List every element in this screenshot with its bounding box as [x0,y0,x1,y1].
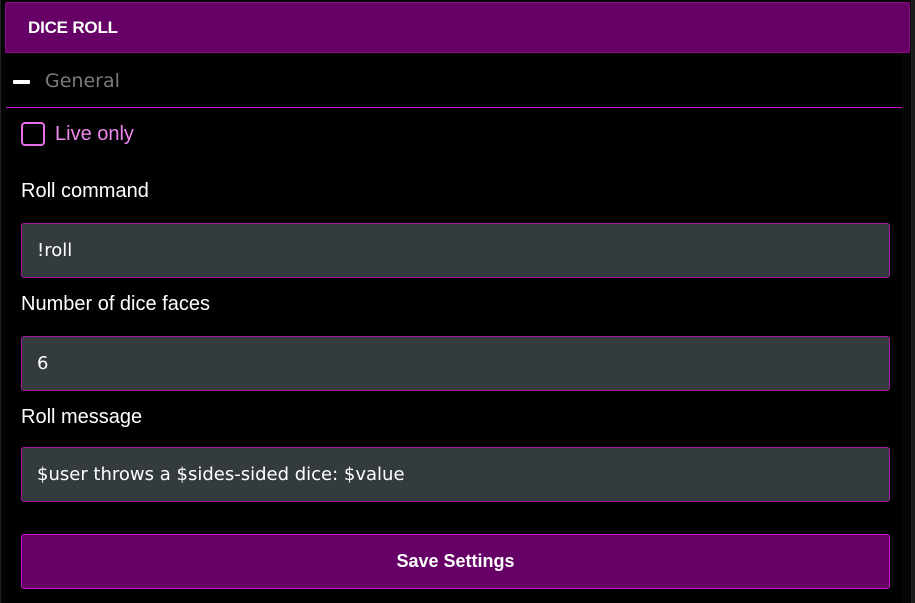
section-title: General [45,70,120,92]
panel-header: DICE ROLL [5,2,910,53]
dice-faces-label: Number of dice faces [21,293,210,315]
save-settings-button[interactable]: Save Settings [21,534,890,589]
settings-panel: General Live only Roll command Number of… [6,54,902,603]
roll-message-label: Roll message [21,406,143,428]
live-only-label: Live only [55,122,134,145]
panel-title: DICE ROLL [28,17,118,37]
roll-command-label: Roll command [21,180,149,202]
roll-command-input[interactable] [21,223,890,278]
roll-message-input[interactable] [21,447,890,502]
section-header-general[interactable]: General [6,54,902,108]
dice-faces-input[interactable] [21,336,890,391]
minus-icon[interactable] [13,80,30,84]
live-only-checkbox[interactable] [21,122,45,146]
live-only-option[interactable]: Live only [21,122,134,146]
